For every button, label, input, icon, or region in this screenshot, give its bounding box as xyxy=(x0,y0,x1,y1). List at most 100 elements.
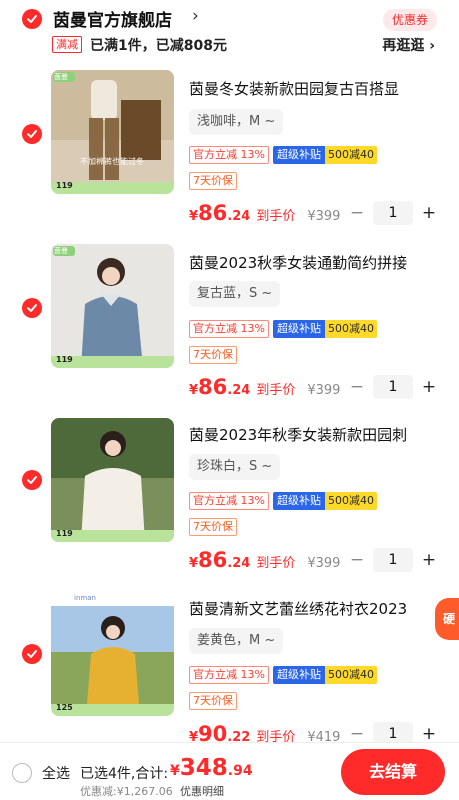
price-row: ¥ 86 .24 到手价 ¥399 xyxy=(189,548,340,574)
price-protect-tag: 7天价保 xyxy=(189,172,237,190)
promo-bar: 满减 已满1件，已减808元 再逛逛 › xyxy=(0,36,459,58)
subsidy-tag: 超级补贴 xyxy=(272,146,325,164)
discount-amount: 优惠减:¥1,267.06 xyxy=(80,785,173,798)
thumb-price: 119 xyxy=(56,529,73,538)
total-symbol: ¥ xyxy=(170,763,180,779)
shop-more-link[interactable]: 再逛逛 › xyxy=(382,35,435,55)
product-image[interactable] xyxy=(51,70,174,194)
thumb-price: 119 xyxy=(56,181,73,190)
plus-button[interactable]: + xyxy=(419,724,439,744)
price-row: ¥ 86 .24 到手价 ¥399 xyxy=(189,375,340,401)
coupon-tag: 500减40 xyxy=(324,146,377,164)
promo-text: 已满1件，已减808元 xyxy=(90,38,227,54)
product-title[interactable]: 茵曼2023年秋季女装新款田园刺 xyxy=(189,424,451,445)
store-name[interactable]: 茵曼官方旗舰店 xyxy=(53,6,172,31)
floating-promo-badge[interactable]: 硬 xyxy=(435,598,459,640)
price-integer: 86 xyxy=(198,201,228,225)
quantity-stepper: − 1 + xyxy=(347,201,439,225)
plus-button[interactable]: + xyxy=(419,377,439,397)
total-price: ¥ 348 .94 xyxy=(170,755,253,781)
check-icon xyxy=(27,650,37,658)
original-price: ¥399 xyxy=(307,209,341,224)
price-label: 到手价 xyxy=(256,383,296,398)
tag-row: 官方立减 13% 超级补贴 500减40 xyxy=(189,320,377,338)
product-photo xyxy=(51,592,174,716)
minus-button[interactable]: − xyxy=(347,550,367,570)
thumb-badge: 茵曼 xyxy=(54,247,68,255)
official-discount-tag: 官方立减 13% xyxy=(189,666,269,684)
store-checkbox[interactable] xyxy=(22,9,42,29)
item-checkbox[interactable] xyxy=(22,298,42,318)
official-discount-tag: 官方立减 13% xyxy=(189,320,269,338)
product-title[interactable]: 茵曼2023秋季女装通勤简约拼接 xyxy=(189,252,451,273)
price-decimal: .24 xyxy=(227,209,251,224)
product-image[interactable] xyxy=(51,418,174,542)
checkout-button[interactable]: 去结算 xyxy=(341,749,445,795)
price-decimal: .24 xyxy=(227,556,251,571)
check-icon xyxy=(27,130,37,138)
cart-item: inman 125 茵曼清新文艺蕾丝绣花衬衣2023 姜黄色，M ~ 官方立减 … xyxy=(0,582,459,754)
original-price: ¥399 xyxy=(307,383,341,398)
discount-detail-link[interactable]: 优惠明细 xyxy=(180,783,224,799)
product-title[interactable]: 茵曼冬女装新款田园复古百搭显 xyxy=(189,78,451,99)
item-checkbox[interactable] xyxy=(22,124,42,144)
check-icon xyxy=(27,15,37,23)
subsidy-tag: 超级补贴 xyxy=(272,492,325,510)
product-photo xyxy=(51,418,174,542)
product-image[interactable] xyxy=(51,244,174,368)
check-icon xyxy=(27,476,37,484)
price-protect-tag: 7天价保 xyxy=(189,692,237,710)
product-title[interactable]: 茵曼清新文艺蕾丝绣花衬衣2023 xyxy=(189,598,451,619)
product-photo xyxy=(51,244,174,368)
tag-row: 官方立减 13% 超级补贴 500减40 xyxy=(189,492,377,510)
tag-row: 官方立减 13% 超级补贴 500减40 xyxy=(189,666,377,684)
product-photo xyxy=(51,70,174,194)
price-symbol: ¥ xyxy=(189,556,199,571)
official-discount-tag: 官方立减 13% xyxy=(189,492,269,510)
price-label: 到手价 xyxy=(256,209,296,224)
price-symbol: ¥ xyxy=(189,383,199,398)
selected-count: 已选4件,合计: xyxy=(80,766,169,782)
sku-selector[interactable]: 姜黄色，M ~ xyxy=(189,628,284,654)
sku-selector[interactable]: 复古蓝，S ~ xyxy=(189,281,281,307)
item-checkbox[interactable] xyxy=(22,470,42,490)
coupon-tag: 500减40 xyxy=(324,492,377,510)
sku-selector[interactable]: 浅咖啡，M ~ xyxy=(189,109,284,135)
coupon-button[interactable]: 优惠券 xyxy=(382,9,437,31)
tag-row: 官方立减 13% 超级补贴 500减40 xyxy=(189,146,377,164)
plus-button[interactable]: + xyxy=(419,550,439,570)
chevron-right-icon[interactable]: › xyxy=(192,6,199,26)
sku-selector[interactable]: 珍珠白，S ~ xyxy=(189,454,281,480)
price-integer: 86 xyxy=(198,375,228,399)
select-all-checkbox[interactable] xyxy=(12,763,32,783)
minus-button[interactable]: − xyxy=(347,724,367,744)
coupon-tag: 500减40 xyxy=(324,666,377,684)
quantity-value[interactable]: 1 xyxy=(373,375,413,399)
price-integer: 86 xyxy=(198,548,228,572)
price-protect-tag: 7天价保 xyxy=(189,346,237,364)
cart-item: 不加棉裤也能过冬 119 茵曼 茵曼冬女装新款田园复古百搭显 浅咖啡，M ~ 官… xyxy=(0,60,459,232)
price-protect-tag: 7天价保 xyxy=(189,518,237,536)
thumb-caption: 不加棉裤也能过冬 xyxy=(80,157,144,166)
cart-item: 119 茵曼2023年秋季女装新款田园刺 珍珠白，S ~ 官方立减 13% 超级… xyxy=(0,408,459,580)
checkout-bar: 全选 已选4件,合计: ¥ 348 .94 优惠减:¥1,267.06 优惠明细… xyxy=(0,742,459,800)
price-row: ¥ 86 .24 到手价 ¥399 xyxy=(189,201,340,227)
check-icon xyxy=(27,304,37,312)
promo-tag: 满减 xyxy=(52,36,82,53)
minus-button[interactable]: − xyxy=(347,203,367,223)
original-price: ¥399 xyxy=(307,556,341,571)
price-symbol: ¥ xyxy=(189,209,199,224)
thumb-badge: inman xyxy=(74,594,96,602)
official-discount-tag: 官方立减 13% xyxy=(189,146,269,164)
plus-button[interactable]: + xyxy=(419,203,439,223)
thumb-price: 125 xyxy=(56,703,73,712)
thumb-price: 119 xyxy=(56,355,73,364)
select-all-label[interactable]: 全选 xyxy=(42,763,70,783)
product-image[interactable] xyxy=(51,592,174,716)
quantity-value[interactable]: 1 xyxy=(373,548,413,572)
quantity-value[interactable]: 1 xyxy=(373,201,413,225)
item-checkbox[interactable] xyxy=(22,644,42,664)
store-header: 茵曼官方旗舰店 › 优惠券 xyxy=(0,0,459,36)
subsidy-tag: 超级补贴 xyxy=(272,320,325,338)
minus-button[interactable]: − xyxy=(347,377,367,397)
